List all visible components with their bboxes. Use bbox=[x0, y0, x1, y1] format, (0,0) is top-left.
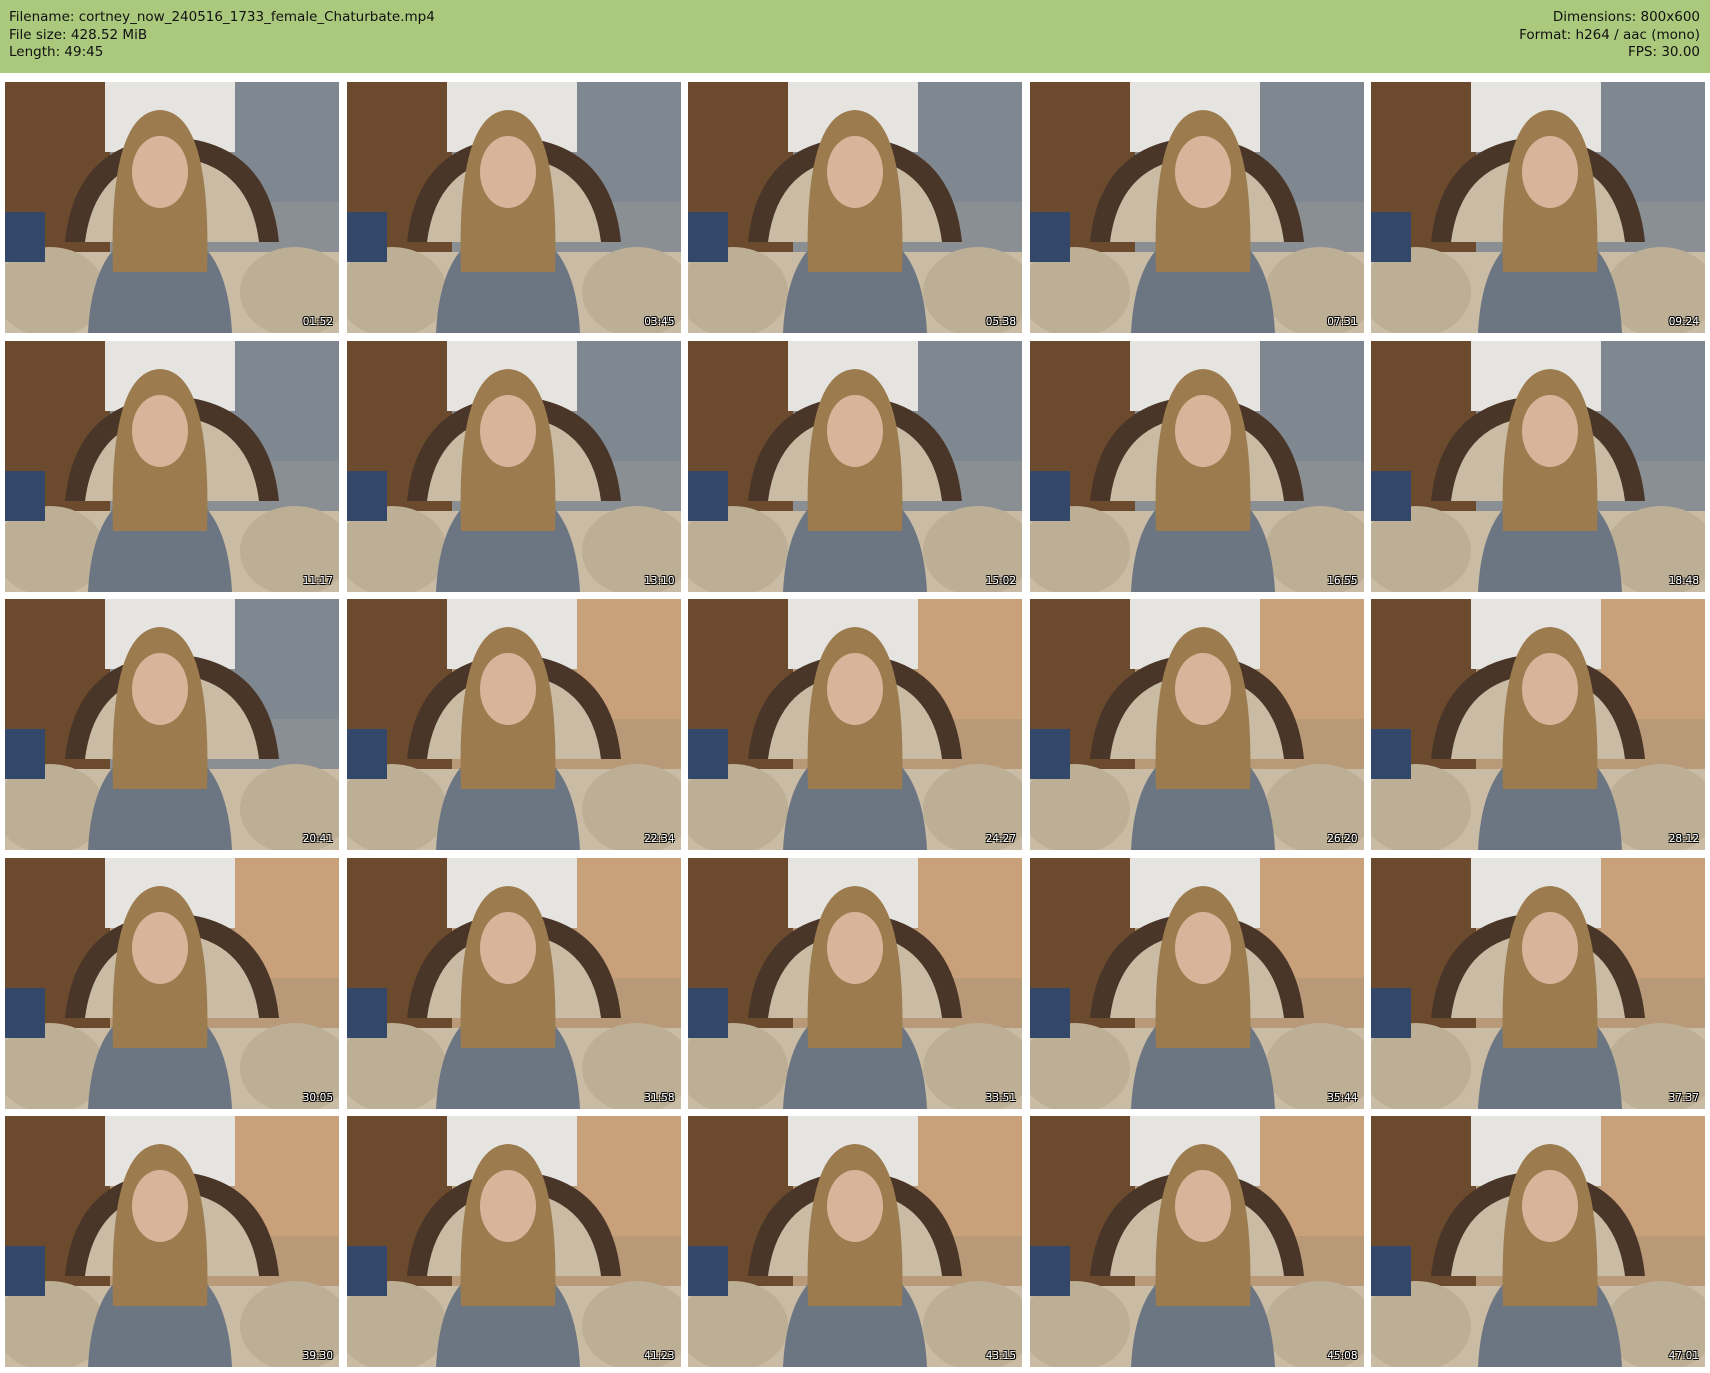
timestamp-label: 35:44 bbox=[1327, 1091, 1358, 1104]
video-thumbnail[interactable]: 37:37 bbox=[1371, 857, 1705, 1109]
timestamp-label: 16:55 bbox=[1327, 574, 1358, 587]
video-thumbnail[interactable]: 03:45 bbox=[346, 82, 681, 333]
video-thumbnail[interactable]: 09:24 bbox=[1371, 82, 1705, 333]
timestamp-label: 22:34 bbox=[644, 833, 675, 845]
timestamp-label: 47:01 bbox=[1668, 1350, 1699, 1362]
video-thumbnail[interactable]: 20:41 bbox=[5, 599, 339, 850]
video-thumbnail[interactable]: 07:31 bbox=[1029, 82, 1364, 333]
video-thumbnail[interactable]: 16:55 bbox=[1029, 340, 1364, 592]
timestamp-label: 43:15 bbox=[985, 1350, 1016, 1362]
video-thumbnail[interactable]: 31:58 bbox=[346, 857, 681, 1109]
timestamp-label: 41:23 bbox=[644, 1350, 675, 1362]
frame-image bbox=[1371, 340, 1705, 592]
thumbnail-grid: 01:52 03:45 05:38 07:31 09:24 11:17 13:10 15:02… bbox=[5, 82, 1706, 1367]
frame-image bbox=[688, 1116, 1022, 1367]
video-thumbnail[interactable]: 30:05 bbox=[5, 857, 339, 1109]
dimensions-label: Dimensions: 800x600 bbox=[1552, 9, 1700, 25]
timestamp-label: 20:41 bbox=[302, 833, 333, 845]
timestamp-label: 07:31 bbox=[1327, 316, 1358, 328]
video-thumbnail[interactable]: 15:02 bbox=[688, 340, 1022, 592]
timestamp-label: 11:17 bbox=[302, 574, 333, 587]
frame-image bbox=[688, 340, 1022, 592]
frame-image bbox=[5, 599, 339, 850]
frame-image bbox=[1029, 340, 1364, 592]
frame-image bbox=[1371, 1116, 1705, 1367]
file-info: Filename: cortney_now_240516_1733_female… bbox=[9, 9, 435, 62]
frame-image bbox=[1371, 82, 1705, 333]
frame-image bbox=[688, 599, 1022, 850]
timestamp-label: 37:37 bbox=[1668, 1091, 1699, 1104]
video-thumbnail[interactable]: 47:01 bbox=[1371, 1116, 1705, 1367]
frame-image bbox=[346, 857, 681, 1109]
video-thumbnail[interactable]: 35:44 bbox=[1029, 857, 1364, 1109]
frame-image bbox=[688, 857, 1022, 1109]
video-thumbnail[interactable]: 18:48 bbox=[1371, 340, 1705, 592]
timestamp-label: 39:30 bbox=[302, 1350, 333, 1362]
frame-image bbox=[346, 82, 681, 333]
video-thumbnail[interactable]: 01:52 bbox=[5, 82, 339, 333]
timestamp-label: 26:20 bbox=[1327, 833, 1358, 845]
timestamp-label: 31:58 bbox=[644, 1091, 675, 1104]
video-thumbnail[interactable]: 05:38 bbox=[688, 82, 1022, 333]
timestamp-label: 01:52 bbox=[302, 316, 333, 328]
video-info: Dimensions: 800x600 Format: h264 / aac (… bbox=[1519, 9, 1700, 62]
timestamp-label: 30:05 bbox=[302, 1091, 333, 1104]
frame-image bbox=[346, 340, 681, 592]
frame-image bbox=[5, 857, 339, 1109]
frame-image bbox=[346, 599, 681, 850]
frame-image bbox=[1029, 599, 1364, 850]
video-thumbnail[interactable]: 33:51 bbox=[688, 857, 1022, 1109]
frame-image bbox=[5, 1116, 339, 1367]
video-thumbnail[interactable]: 41:23 bbox=[346, 1116, 681, 1367]
fps-label: FPS: 30.00 bbox=[1628, 44, 1700, 60]
info-header: Filename: cortney_now_240516_1733_female… bbox=[0, 0, 1710, 73]
video-thumbnail[interactable]: 11:17 bbox=[5, 340, 339, 592]
video-thumbnail[interactable]: 26:20 bbox=[1029, 599, 1364, 850]
frame-image bbox=[1029, 82, 1364, 333]
video-thumbnail[interactable]: 43:15 bbox=[688, 1116, 1022, 1367]
frame-image bbox=[1029, 857, 1364, 1109]
frame-image bbox=[5, 340, 339, 592]
timestamp-label: 09:24 bbox=[1668, 316, 1699, 328]
filesize-label: File size: 428.52 MiB bbox=[9, 26, 148, 43]
frame-image bbox=[1371, 857, 1705, 1109]
video-thumbnail[interactable]: 28:12 bbox=[1371, 599, 1705, 850]
timestamp-label: 05:38 bbox=[985, 316, 1016, 328]
video-thumbnail[interactable]: 24:27 bbox=[688, 599, 1022, 850]
frame-image bbox=[5, 82, 339, 333]
frame-image bbox=[346, 1116, 681, 1367]
video-thumbnail[interactable]: 22:34 bbox=[346, 599, 681, 850]
frame-image bbox=[688, 82, 1022, 333]
timestamp-label: 28:12 bbox=[1668, 833, 1699, 845]
timestamp-label: 33:51 bbox=[985, 1091, 1016, 1104]
timestamp-label: 03:45 bbox=[644, 316, 675, 328]
length-label: Length: 49:45 bbox=[9, 44, 104, 60]
timestamp-label: 24:27 bbox=[985, 833, 1016, 845]
video-thumbnail[interactable]: 45:08 bbox=[1029, 1116, 1364, 1367]
timestamp-label: 15:02 bbox=[985, 574, 1016, 587]
video-thumbnail[interactable]: 13:10 bbox=[346, 340, 681, 592]
format-label: Format: h264 / aac (mono) bbox=[1519, 26, 1700, 43]
timestamp-label: 18:48 bbox=[1668, 574, 1699, 587]
filename-label: Filename: cortney_now_240516_1733_female… bbox=[9, 9, 435, 25]
video-thumbnail[interactable]: 39:30 bbox=[5, 1116, 339, 1367]
frame-image bbox=[1029, 1116, 1364, 1367]
timestamp-label: 13:10 bbox=[644, 574, 675, 587]
timestamp-label: 45:08 bbox=[1327, 1350, 1358, 1362]
frame-image bbox=[1371, 599, 1705, 850]
